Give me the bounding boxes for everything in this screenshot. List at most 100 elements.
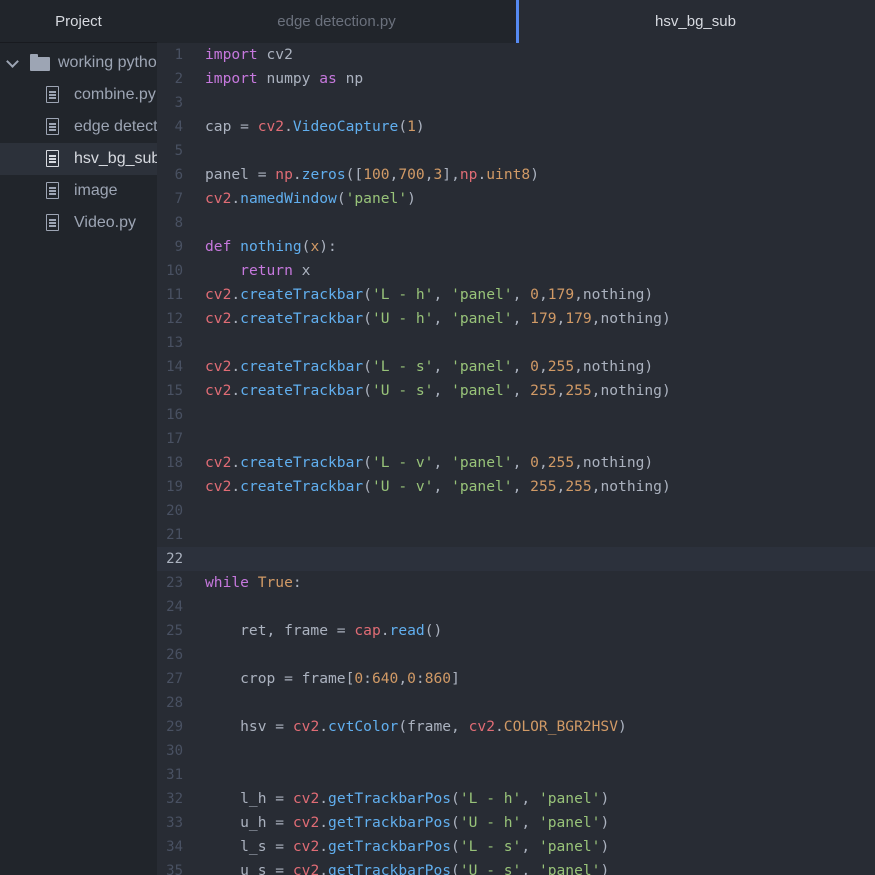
tree-file-item[interactable]: edge detection.py	[0, 111, 157, 143]
line-number: 19	[166, 479, 183, 495]
code-line[interactable]: 25 ret, frame = cap.read()	[157, 619, 875, 643]
code-line[interactable]: 2 import numpy as np	[157, 67, 875, 91]
code-line[interactable]: 21	[157, 523, 875, 547]
line-number: 25	[166, 623, 183, 639]
code-line[interactable]: 12 cv2.createTrackbar('U - h', 'panel', 1…	[157, 307, 875, 331]
code-line[interactable]: 7 cv2.namedWindow('panel')	[157, 187, 875, 211]
code-line[interactable]: 27 crop = frame[0:640,0:860]	[157, 667, 875, 691]
code-token: (	[336, 190, 346, 207]
code-token: (	[451, 862, 460, 875]
code-line[interactable]: 16	[157, 403, 875, 427]
code-line[interactable]: 13	[157, 331, 875, 355]
line-number: 20	[166, 503, 183, 519]
code-line[interactable]: 11 cv2.createTrackbar('L - h', 'panel', 0…	[157, 283, 875, 307]
code-token: ,nothing)	[591, 310, 671, 327]
code-line[interactable]: 6 panel = np.zeros([100,700,3],np.uint8)	[157, 163, 875, 187]
code-token: ,	[538, 358, 548, 375]
line-number: 1	[174, 47, 183, 63]
code-token: cv2	[257, 118, 285, 135]
code-line[interactable]: 1 import cv2	[157, 43, 875, 67]
line-number: 8	[174, 215, 183, 231]
line-number: 4	[174, 119, 183, 135]
code-token: getTrackbarPos	[328, 814, 452, 831]
code-text: cv2.createTrackbar('U - h', 'panel', 179…	[205, 307, 671, 331]
code-line[interactable]: 31	[157, 763, 875, 787]
code-token: .	[231, 286, 241, 303]
project-folder[interactable]: working python	[0, 47, 157, 79]
code-token: 'L - h'	[459, 790, 522, 807]
code-token: cv2	[292, 814, 320, 831]
tree-file-item[interactable]: combine.py	[0, 79, 157, 111]
tree-file-item[interactable]: image	[0, 175, 157, 207]
code-line[interactable]: 35 u_s = cv2.getTrackbarPos('U - s', 'pa…	[157, 859, 875, 875]
tab-active[interactable]: hsv_bg_sub	[516, 0, 875, 43]
code-line[interactable]: 10 return x	[157, 259, 875, 283]
chevron-down-icon[interactable]	[6, 55, 19, 68]
code-token: :	[415, 670, 425, 687]
code-line[interactable]: 34 l_s = cv2.getTrackbarPos('L - s', 'pa…	[157, 835, 875, 859]
code-line[interactable]: 3	[157, 91, 875, 115]
code-line[interactable]: 8	[157, 211, 875, 235]
code-line[interactable]: 28	[157, 691, 875, 715]
code-token: x	[292, 262, 311, 279]
line-number: 33	[166, 815, 183, 831]
code-text: u_h = cv2.getTrackbarPos('U - h', 'panel…	[205, 811, 609, 835]
code-token: ([	[345, 166, 364, 183]
code-line[interactable]: 18 cv2.createTrackbar('L - v', 'panel', 0…	[157, 451, 875, 475]
code-line[interactable]: 20	[157, 499, 875, 523]
code-line[interactable]: 15 cv2.createTrackbar('U - s', 'panel', 2…	[157, 379, 875, 403]
code-token: ,nothing)	[591, 382, 671, 399]
code-token: namedWindow	[240, 190, 337, 207]
code-token: cv2	[205, 310, 232, 327]
code-line[interactable]: 9 def nothing(x):	[157, 235, 875, 259]
code-line[interactable]: 32 l_h = cv2.getTrackbarPos('L - h', 'pa…	[157, 787, 875, 811]
code-token: (	[363, 454, 372, 471]
code-token: 255	[547, 454, 575, 471]
line-number: 26	[166, 647, 183, 663]
code-token: 179	[565, 310, 592, 327]
code-token: x	[310, 238, 320, 255]
tree-file-item[interactable]: Video.py	[0, 207, 157, 239]
code-editor[interactable]: 1 import cv2 2 import numpy as np 3 4 cap = cv…	[157, 43, 875, 875]
code-token: ,	[512, 478, 531, 495]
code-token: 3	[433, 166, 443, 183]
code-token: 'L - s'	[459, 838, 522, 855]
tree-file-item[interactable]: hsv_bg_sub	[0, 143, 157, 175]
line-number: 3	[174, 95, 183, 111]
code-line[interactable]: 30	[157, 739, 875, 763]
tree-file-label: hsv_bg_sub	[74, 150, 157, 167]
code-line[interactable]: 33 u_h = cv2.getTrackbarPos('U - h', 'pa…	[157, 811, 875, 835]
file-text-icon	[46, 214, 59, 231]
code-token: getTrackbarPos	[328, 838, 452, 855]
code-token: 0	[530, 358, 539, 375]
code-token: ],	[442, 166, 460, 183]
code-token: np	[336, 70, 364, 87]
line-number: 2	[174, 71, 183, 87]
code-token: 'panel'	[538, 862, 601, 875]
code-token: cv2	[292, 838, 320, 855]
code-token: ,	[512, 382, 531, 399]
code-token: 100	[363, 166, 390, 183]
code-token: cap	[354, 622, 381, 639]
code-line[interactable]: 4 cap = cv2.VideoCapture(1)	[157, 115, 875, 139]
code-token: cvtColor	[328, 718, 399, 735]
code-token: (	[363, 286, 372, 303]
code-line[interactable]: 19 cv2.createTrackbar('U - v', 'panel', 2…	[157, 475, 875, 499]
code-line[interactable]: 14 cv2.createTrackbar('L - s', 'panel', 0…	[157, 355, 875, 379]
code-token: uint8	[486, 166, 531, 183]
code-line[interactable]: 17	[157, 427, 875, 451]
code-token: getTrackbarPos	[328, 862, 452, 875]
code-line[interactable]: 24	[157, 595, 875, 619]
code-line[interactable]: 23 while True:	[157, 571, 875, 595]
line-number: 10	[166, 263, 183, 279]
code-token: .	[292, 166, 302, 183]
code-token: panel =	[205, 166, 276, 183]
code-token: ,nothing)	[574, 286, 654, 303]
line-number: 30	[166, 743, 183, 759]
code-line[interactable]: 5	[157, 139, 875, 163]
code-line[interactable]: 29 hsv = cv2.cvtColor(frame, cv2.COLOR_B…	[157, 715, 875, 739]
tab-inactive[interactable]: edge detection.py	[157, 0, 516, 43]
code-token: ,	[556, 382, 566, 399]
code-line[interactable]: 22	[157, 547, 875, 571]
code-line[interactable]: 26	[157, 643, 875, 667]
